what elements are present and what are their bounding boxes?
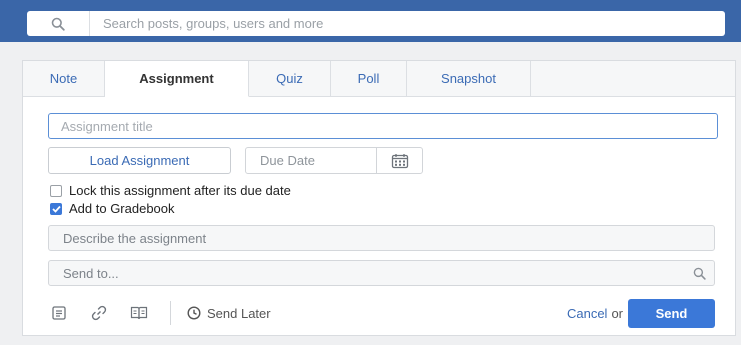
tab-poll[interactable]: Poll (331, 61, 407, 97)
post-type-tabs: Note Assignment Quiz Poll Snapshot (23, 61, 735, 97)
search-input[interactable] (90, 12, 725, 35)
clock-icon (187, 306, 201, 320)
file-icon[interactable] (48, 302, 70, 324)
search-icon[interactable] (684, 267, 714, 280)
due-date-input[interactable] (246, 148, 376, 173)
calendar-icon[interactable] (376, 148, 422, 173)
checkmark-icon (51, 205, 61, 213)
submit-actions: Cancel or Send (567, 298, 715, 328)
lock-assignment-checkbox[interactable] (50, 184, 62, 197)
or-text: or (611, 305, 623, 321)
top-bar (0, 0, 741, 42)
toolbar-divider (170, 301, 171, 325)
link-icon[interactable] (88, 302, 110, 324)
tab-quiz[interactable]: Quiz (249, 61, 331, 97)
tab-snapshot[interactable]: Snapshot (407, 61, 531, 97)
gradebook-option: Add to Gradebook (50, 201, 175, 216)
assignment-title-input[interactable] (48, 113, 718, 139)
tab-assignment[interactable]: Assignment (105, 61, 249, 97)
tab-note[interactable]: Note (23, 61, 105, 97)
composer-toolbar: Send Later Cancel or Send (48, 298, 715, 328)
cancel-link[interactable]: Cancel (567, 306, 607, 321)
description-input[interactable] (49, 226, 714, 250)
due-date-field[interactable] (245, 147, 423, 174)
lock-assignment-option: Lock this assignment after its due date (50, 183, 291, 198)
lock-assignment-label: Lock this assignment after its due date (69, 183, 291, 198)
send-later-button[interactable]: Send Later (187, 306, 271, 321)
load-assignment-button[interactable]: Load Assignment (48, 147, 231, 174)
send-later-label: Send Later (207, 305, 271, 321)
gradebook-checkbox[interactable] (50, 202, 62, 215)
send-to-field[interactable] (48, 260, 715, 286)
send-to-input[interactable] (49, 261, 684, 285)
composer-card: Note Assignment Quiz Poll Snapshot Load … (22, 60, 736, 336)
library-icon[interactable] (128, 302, 150, 324)
search-icon[interactable] (27, 11, 90, 36)
send-button[interactable]: Send (628, 298, 715, 328)
gradebook-label: Add to Gradebook (69, 201, 175, 216)
search-bar[interactable] (27, 11, 725, 36)
description-field[interactable] (48, 225, 715, 251)
